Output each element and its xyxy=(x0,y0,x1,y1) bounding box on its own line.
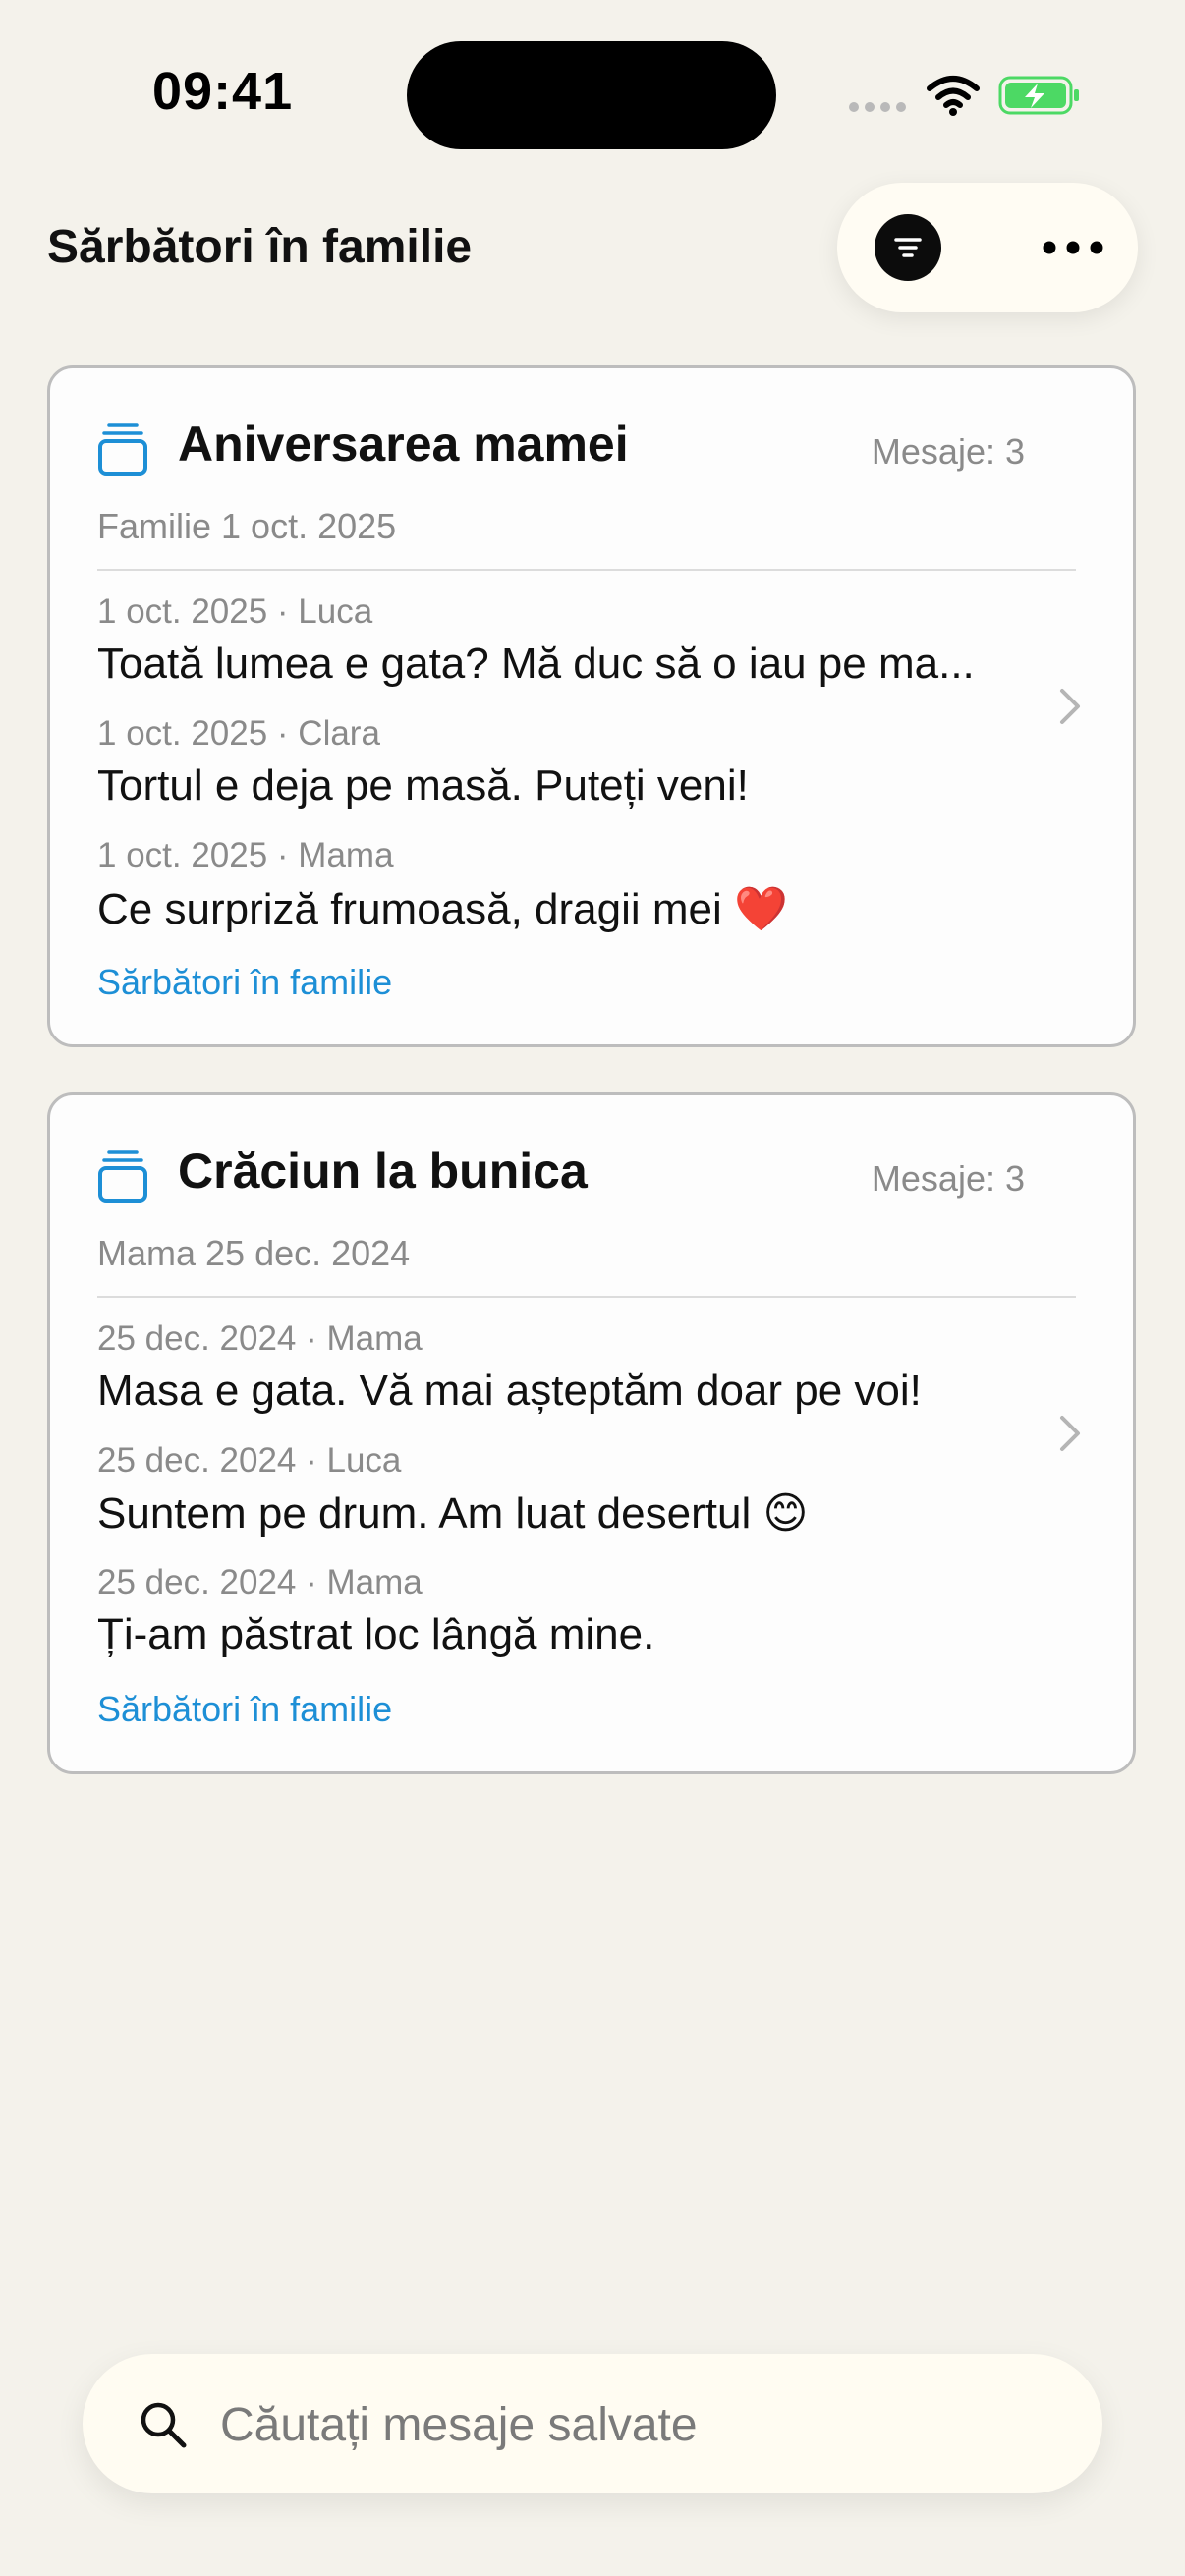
stack-icon xyxy=(98,423,147,476)
divider xyxy=(97,569,1076,571)
stack-icon xyxy=(98,1150,147,1203)
chevron-right-icon xyxy=(1060,1416,1080,1451)
conversation-group-link[interactable]: Sărbători în familie xyxy=(97,962,392,1003)
chevron-right-icon xyxy=(1060,689,1080,724)
conversation-title: Aniversarea mamei xyxy=(178,417,629,472)
header-actions xyxy=(837,183,1138,312)
conversation-title: Crăciun la bunica xyxy=(178,1144,588,1199)
search-bar[interactable] xyxy=(83,2354,1102,2493)
dynamic-island xyxy=(407,41,776,149)
conversation-meta: Familie 1 oct. 2025 xyxy=(97,506,397,546)
status-time: 09:41 xyxy=(152,62,294,121)
divider xyxy=(97,1296,1076,1298)
search-input[interactable] xyxy=(218,2393,1067,2456)
conversation-group-link[interactable]: Sărbători în familie xyxy=(97,1689,392,1730)
message-count: Mesaje: 3 xyxy=(871,1158,1025,1199)
cellular-signal-icon xyxy=(849,102,906,112)
conversation-card[interactable]: Crăciun la bunica Mesaje: 3 Mama 25 dec.… xyxy=(47,1092,1136,1774)
message-meta: 1 oct. 2025 · Mama xyxy=(97,836,394,874)
filter-icon xyxy=(894,238,922,257)
message-text: Toată lumea e gata? Mă duc să o iau pe m… xyxy=(97,640,975,688)
more-horizontal-icon xyxy=(1043,241,1103,254)
message-meta: 25 dec. 2024 · Luca xyxy=(97,1441,402,1480)
message-meta: 1 oct. 2025 · Luca xyxy=(97,592,373,631)
search-icon xyxy=(141,2402,187,2448)
more-button[interactable] xyxy=(1034,222,1112,273)
message-text: Suntem pe drum. Am luat desertul 😊 xyxy=(97,1489,809,1538)
message-meta: 1 oct. 2025 · Clara xyxy=(97,714,380,753)
conversation-card[interactable]: Aniversarea mamei Mesaje: 3 Familie 1 oc… xyxy=(47,365,1136,1047)
page-title: Sărbători în familie xyxy=(47,221,473,273)
message-text: Ți-am păstrat loc lângă mine. xyxy=(97,1610,655,1658)
battery-charging-icon xyxy=(998,76,1079,115)
message-text: Tortul e deja pe masă. Puteți veni! xyxy=(97,761,749,810)
message-text: Ce surpriză frumoasă, dragii mei ❤️ xyxy=(97,885,788,933)
conversation-meta: Mama 25 dec. 2024 xyxy=(97,1233,411,1273)
message-meta: 25 dec. 2024 · Mama xyxy=(97,1319,423,1358)
wifi-icon xyxy=(927,76,980,116)
message-text: Masa e gata. Vă mai așteptăm doar pe voi… xyxy=(97,1367,922,1415)
filter-button[interactable] xyxy=(875,214,941,281)
message-count: Mesaje: 3 xyxy=(871,431,1025,472)
message-meta: 25 dec. 2024 · Mama xyxy=(97,1563,423,1601)
